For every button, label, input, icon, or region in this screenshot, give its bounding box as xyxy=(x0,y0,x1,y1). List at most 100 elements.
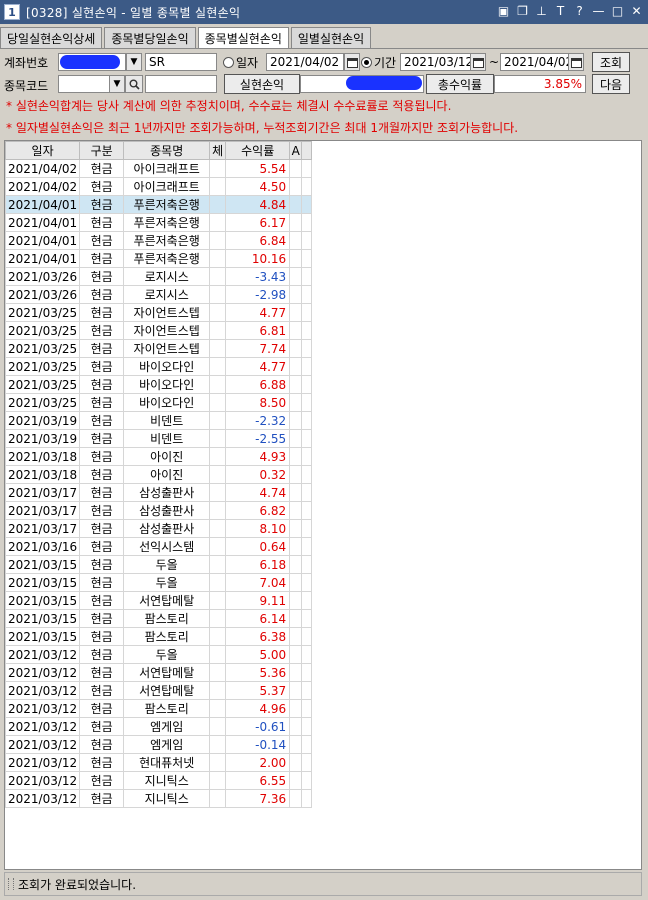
period-end-input[interactable]: 2021/04/02 xyxy=(500,53,578,71)
table-row[interactable]: 2021/04/02 현금 아이크래프트 5.54 xyxy=(5,159,313,178)
table-row[interactable]: 2021/03/12 현금 서연탑메탈 5.37 xyxy=(5,681,313,700)
table-row[interactable]: 2021/03/15 현금 두올 6.18 xyxy=(5,555,313,574)
cell-extra xyxy=(301,627,313,646)
radio-period[interactable] xyxy=(361,57,372,68)
cell-name: 서연탑메탈 xyxy=(123,681,211,700)
cell-type: 현금 xyxy=(79,429,125,448)
cell-name: 두올 xyxy=(123,573,211,592)
table-row[interactable]: 2021/03/19 현금 비덴트 -2.55 xyxy=(5,429,313,448)
table-row[interactable]: 2021/03/26 현금 로지시스 -2.98 xyxy=(5,285,313,304)
cell-type: 현금 xyxy=(79,339,125,358)
col-header-extra[interactable] xyxy=(301,141,313,160)
date-input[interactable]: 2021/04/02 xyxy=(266,53,344,71)
next-button[interactable]: 다음 xyxy=(592,74,630,94)
table-row[interactable]: 2021/03/17 현금 삼성출판사 8.10 xyxy=(5,519,313,538)
table-row[interactable]: 2021/03/12 현금 지니틱스 7.36 xyxy=(5,789,313,808)
cell-rate: 6.84 xyxy=(225,231,291,250)
cell-a xyxy=(289,303,303,322)
cell-executed xyxy=(209,465,227,484)
cell-name: 로지시스 xyxy=(123,285,211,304)
table-row[interactable]: 2021/03/12 현금 두올 5.00 xyxy=(5,645,313,664)
account-dropdown-button[interactable]: ▼ xyxy=(126,53,142,71)
cell-type: 현금 xyxy=(79,195,125,214)
table-row[interactable]: 2021/03/15 현금 두올 7.04 xyxy=(5,573,313,592)
tab-realized-detail[interactable]: 당일실현손익상세 xyxy=(0,27,103,48)
table-row[interactable]: 2021/03/19 현금 비덴트 -2.32 xyxy=(5,411,313,430)
cell-extra xyxy=(301,645,313,664)
table-row[interactable]: 2021/03/25 현금 자이언트스텝 6.81 xyxy=(5,321,313,340)
cell-date: 2021/03/12 xyxy=(5,645,81,664)
table-row[interactable]: 2021/03/12 현금 서연탑메탈 5.36 xyxy=(5,663,313,682)
col-header-date[interactable]: 일자 xyxy=(5,141,81,160)
cell-type: 현금 xyxy=(79,789,125,808)
close-icon[interactable]: ✕ xyxy=(629,3,644,19)
cell-rate: 4.96 xyxy=(225,699,291,718)
cell-executed xyxy=(209,483,227,502)
table-row[interactable]: 2021/03/25 현금 바이오다인 8.50 xyxy=(5,393,313,412)
col-header-type[interactable]: 구분 xyxy=(79,141,125,160)
col-header-a[interactable]: A xyxy=(289,141,303,160)
result-grid[interactable]: 일자 구분 종목명 체 수익률 A 2021/04/02 현금 아이크래프트 5.54… xyxy=(4,140,642,870)
help-icon[interactable]: ? xyxy=(572,3,587,19)
table-row[interactable]: 2021/03/15 현금 팜스토리 6.14 xyxy=(5,609,313,628)
table-row[interactable]: 2021/03/17 현금 삼성출판사 6.82 xyxy=(5,501,313,520)
table-row[interactable]: 2021/03/25 현금 바이오다인 4.77 xyxy=(5,357,313,376)
stock-code-dropdown-button[interactable]: ▼ xyxy=(109,75,125,93)
table-row[interactable]: 2021/03/26 현금 로지시스 -3.43 xyxy=(5,267,313,286)
table-row[interactable]: 2021/04/01 현금 푸른저축은행 10.16 xyxy=(5,249,313,268)
radio-date[interactable] xyxy=(223,57,234,68)
col-header-executed[interactable]: 체 xyxy=(209,141,227,160)
tab-stock-realized-pl[interactable]: 종목별실현손익 xyxy=(197,27,289,49)
cell-date: 2021/03/12 xyxy=(5,681,81,700)
cell-executed xyxy=(209,717,227,736)
table-row[interactable]: 2021/03/25 현금 자이언트스텝 4.77 xyxy=(5,303,313,322)
cell-executed xyxy=(209,501,227,520)
tab-daily-realized-pl[interactable]: 일별실현손익 xyxy=(290,27,372,48)
cell-executed xyxy=(209,519,227,538)
cell-executed xyxy=(209,411,227,430)
table-row[interactable]: 2021/03/15 현금 팜스토리 6.38 xyxy=(5,627,313,646)
stock-search-button[interactable] xyxy=(125,75,143,93)
redaction-mark xyxy=(346,76,422,90)
table-row[interactable]: 2021/04/02 현금 아이크래프트 4.50 xyxy=(5,177,313,196)
table-row[interactable]: 2021/03/12 현금 팜스토리 4.96 xyxy=(5,699,313,718)
date-calendar-button[interactable] xyxy=(344,53,360,71)
period-start-input[interactable]: 2021/03/12 xyxy=(400,53,478,71)
cell-type: 현금 xyxy=(79,321,125,340)
table-row[interactable]: 2021/03/18 현금 아이진 4.93 xyxy=(5,447,313,466)
table-row[interactable]: 2021/03/17 현금 삼성출판사 4.74 xyxy=(5,483,313,502)
cell-a xyxy=(289,627,303,646)
cell-name: 푸른저축은행 xyxy=(123,231,211,250)
table-row[interactable]: 2021/03/12 현금 지니틱스 6.55 xyxy=(5,771,313,790)
table-row[interactable]: 2021/03/12 현금 엠게임 -0.61 xyxy=(5,717,313,736)
link-icon[interactable]: ▣ xyxy=(496,3,511,19)
cell-extra xyxy=(301,393,313,412)
pin-icon[interactable]: ⊥ xyxy=(534,3,549,19)
minimize-icon[interactable]: — xyxy=(591,3,606,19)
table-row[interactable]: 2021/03/12 현금 엠게임 -0.14 xyxy=(5,735,313,754)
stock-code-input[interactable] xyxy=(58,75,110,93)
search-button[interactable]: 조회 xyxy=(592,52,630,72)
table-row[interactable]: 2021/03/15 현금 서연탑메탈 9.11 xyxy=(5,591,313,610)
cell-executed xyxy=(209,537,227,556)
table-row[interactable]: 2021/03/16 현금 선익시스템 0.64 xyxy=(5,537,313,556)
period-start-calendar-button[interactable] xyxy=(470,53,486,71)
table-row[interactable]: 2021/03/12 현금 현대퓨처넷 2.00 xyxy=(5,753,313,772)
tab-stock-daily-pl[interactable]: 종목별당일손익 xyxy=(104,27,196,48)
period-end-calendar-button[interactable] xyxy=(568,53,584,71)
font-icon[interactable]: T xyxy=(553,3,568,19)
table-row[interactable]: 2021/04/01 현금 푸른저축은행 6.17 xyxy=(5,213,313,232)
cell-type: 현금 xyxy=(79,771,125,790)
copy-window-icon[interactable]: ❐ xyxy=(515,3,530,19)
account-sub-input[interactable]: SR xyxy=(145,53,217,71)
cell-a xyxy=(289,735,303,754)
cell-type: 현금 xyxy=(79,285,125,304)
col-header-name[interactable]: 종목명 xyxy=(123,141,211,160)
col-header-rate[interactable]: 수익률 xyxy=(225,141,291,160)
table-row[interactable]: 2021/03/18 현금 아이진 0.32 xyxy=(5,465,313,484)
table-row[interactable]: 2021/04/01 현금 푸른저축은행 6.84 xyxy=(5,231,313,250)
table-row[interactable]: 2021/03/25 현금 자이언트스텝 7.74 xyxy=(5,339,313,358)
table-row[interactable]: 2021/03/25 현금 바이오다인 6.88 xyxy=(5,375,313,394)
table-row[interactable]: 2021/04/01 현금 푸른저축은행 4.84 xyxy=(5,195,313,214)
maximize-icon[interactable]: □ xyxy=(610,3,625,19)
